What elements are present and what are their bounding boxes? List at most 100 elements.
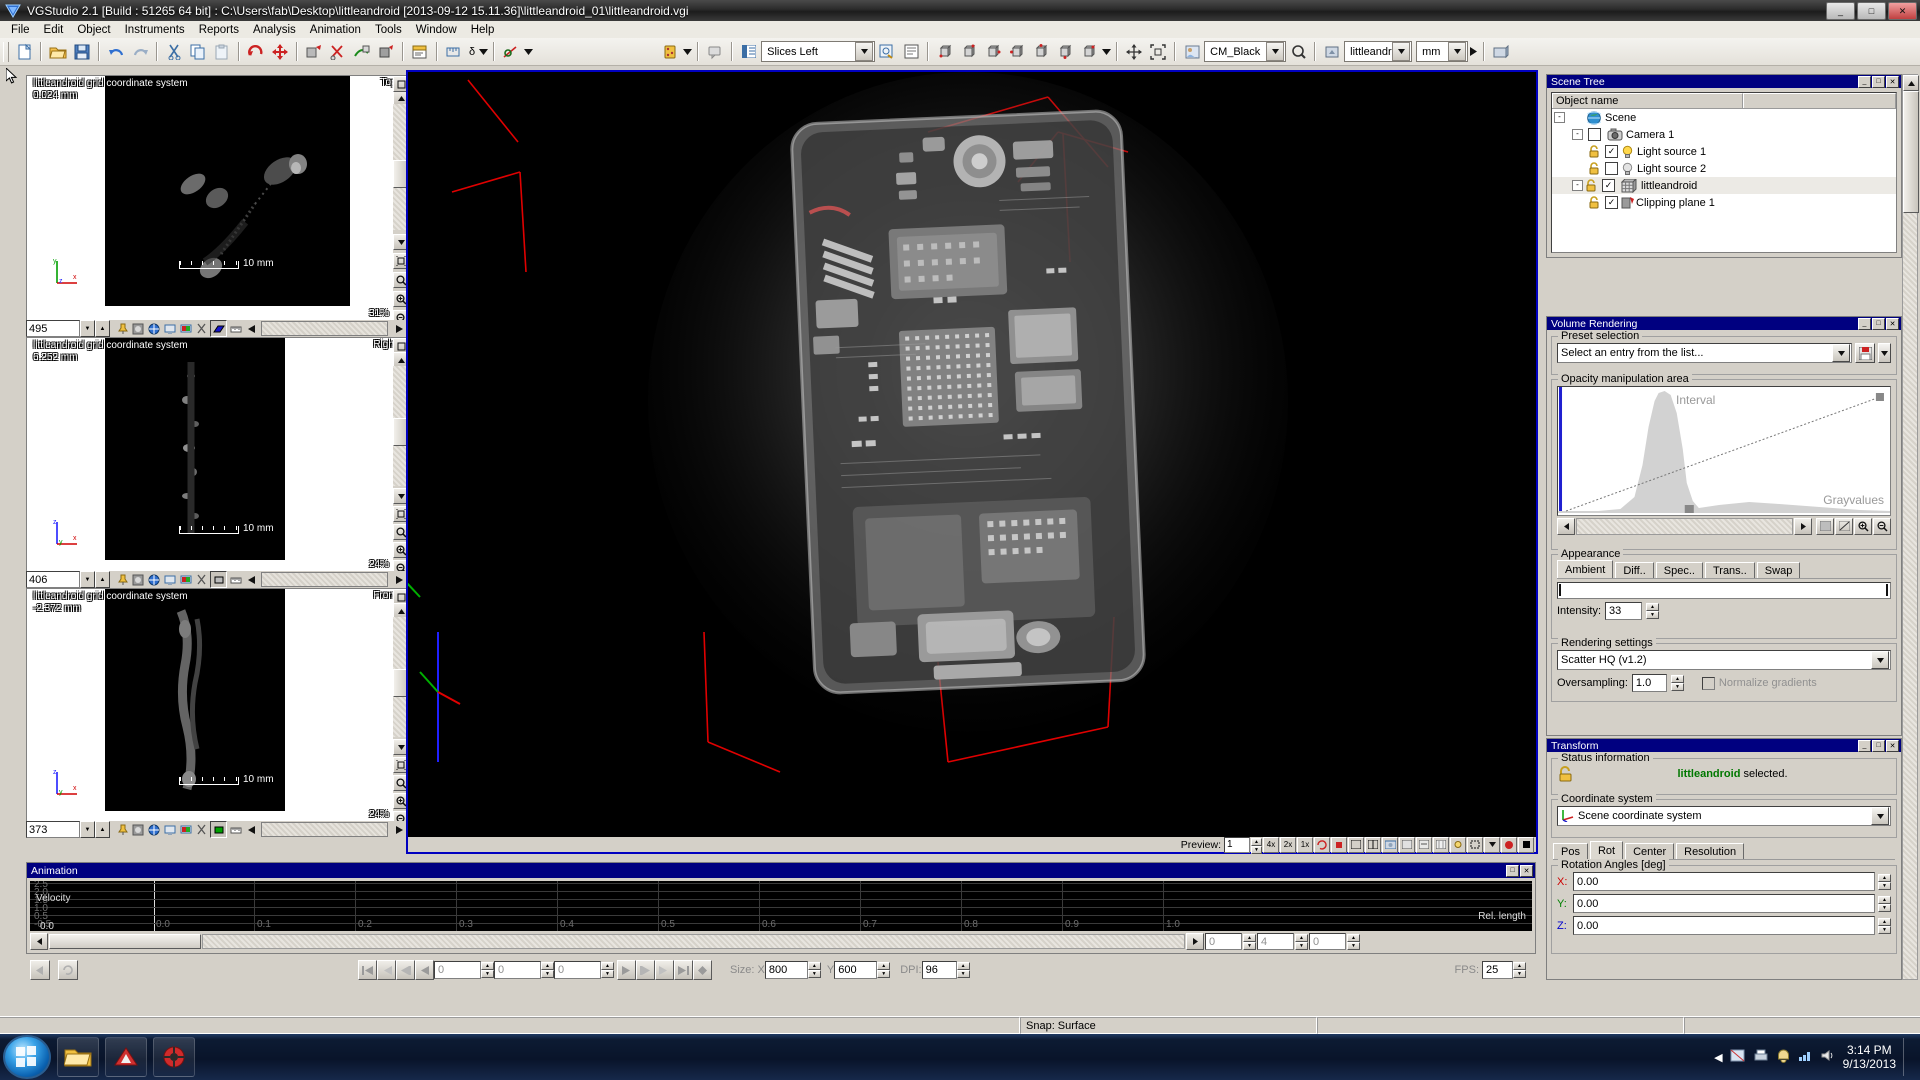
more-options-icon[interactable] (1484, 836, 1500, 853)
paste-icon[interactable] (211, 41, 233, 63)
visibility-checkbox-clipping-plane-1[interactable]: ✓ (1605, 196, 1618, 209)
visibility-checkbox-light-1[interactable]: ✓ (1605, 145, 1618, 158)
tab-transparency[interactable]: Trans.. (1704, 562, 1755, 578)
minimize-button[interactable]: _ (1826, 2, 1855, 20)
view-top-icon[interactable] (1030, 41, 1052, 63)
scene-tree-list[interactable]: Object name - Scene - Camera 1 ✓ Light s… (1551, 92, 1897, 253)
render-refresh-icon[interactable] (1314, 836, 1330, 853)
slice-next-icon[interactable] (391, 822, 406, 837)
anim-frame-field-0[interactable]: 0 (434, 961, 481, 979)
fps-spinner[interactable]: ▲ ▼ (1513, 962, 1526, 978)
coordinate-dropdown-icon[interactable] (523, 41, 534, 63)
copy-icon[interactable] (187, 41, 209, 63)
lock-icon[interactable] (1588, 162, 1600, 175)
orientation-icon[interactable] (146, 822, 161, 837)
visibility-checkbox-light-2[interactable] (1605, 162, 1618, 175)
slice-up-icon[interactable]: ▲ (95, 821, 110, 838)
anim-frame-field-1[interactable]: 0 (494, 961, 541, 979)
animation-timeline-chart[interactable]: 2.5 2.0 1.5 1.0 0.5 -0.5 Velocity 0.0 0.… (30, 881, 1532, 931)
panel-minimize-icon[interactable]: _ (1858, 317, 1871, 330)
cube-orientation-icon[interactable] (659, 41, 681, 63)
lock-icon[interactable] (1588, 145, 1600, 158)
size-x-field[interactable]: 800 (764, 961, 808, 979)
size-y-spinner[interactable]: ▲ ▼ (877, 962, 891, 978)
taskbar-explorer-icon[interactable] (57, 1037, 99, 1077)
move-tool-icon[interactable] (269, 41, 291, 63)
preview-spinner[interactable]: ▲ ▼ (1251, 837, 1262, 854)
anim-range-field-2[interactable]: 0 (1309, 933, 1346, 950)
tree-node-light-source-2[interactable]: Light source 2 (1552, 160, 1896, 177)
tray-network-icon[interactable] (1798, 1049, 1814, 1065)
quality-1x-button[interactable]: 1x (1297, 836, 1313, 853)
toolbar-grip[interactable] (3, 41, 9, 62)
chevron-down-icon[interactable] (855, 42, 874, 61)
anim-scroll-right-icon[interactable] (1186, 933, 1204, 950)
menu-item-file[interactable]: File (4, 23, 37, 37)
panel-minimize-icon[interactable]: _ (1858, 739, 1871, 752)
open-file-icon[interactable] (47, 41, 69, 63)
object-combo[interactable]: littleandr (1344, 41, 1413, 62)
preset-more-icon[interactable] (1878, 343, 1891, 363)
measure-dropdown-icon[interactable] (478, 41, 489, 63)
record-icon[interactable] (1501, 836, 1517, 853)
quality-4x-button[interactable]: 4x (1263, 836, 1279, 853)
menu-item-reports[interactable]: Reports (192, 23, 246, 37)
anim-scroll-thumb[interactable] (49, 934, 201, 949)
pin-slice-icon[interactable] (114, 822, 129, 837)
slice-next-icon[interactable] (391, 572, 406, 587)
oversampling-spinner[interactable]: ▲ ▼ (1670, 675, 1684, 691)
view-right-icon[interactable] (1006, 41, 1028, 63)
view-bottom-icon[interactable] (1054, 41, 1076, 63)
unit-more-icon[interactable] (1468, 41, 1479, 63)
render-stop-icon[interactable] (1331, 836, 1347, 853)
menu-item-animation[interactable]: Animation (303, 23, 368, 37)
dock-scroll-up-icon[interactable] (1903, 75, 1919, 91)
new-file-icon[interactable] (13, 41, 35, 63)
anim-range-field-1[interactable]: 4 (1257, 933, 1294, 950)
maximize-button[interactable]: □ (1857, 2, 1886, 20)
chevron-down-icon[interactable] (1832, 344, 1850, 362)
slice-canvas-front[interactable]: littleandroid grid coordinate system -2.… (27, 589, 407, 822)
rotation-z-field[interactable]: 0.00 (1573, 916, 1875, 935)
slice-view-top[interactable]: littleandroid grid coordinate system 0.0… (26, 75, 409, 326)
defect-analysis-icon[interactable] (375, 41, 397, 63)
dpi-field[interactable]: 96 (921, 961, 957, 979)
rotate-tool-icon[interactable] (245, 41, 267, 63)
opacity-histogram-canvas[interactable]: Interval Grayvalues (1557, 386, 1891, 516)
anim-range-field-0[interactable]: 0 (1205, 933, 1242, 950)
opacity-zoom-in-icon[interactable] (1854, 517, 1872, 535)
panel-maximize-icon[interactable]: □ (1872, 317, 1885, 330)
rendering-preset-combo[interactable]: Scatter HQ (v1.2) (1557, 650, 1891, 670)
opacity-scroll-left-icon[interactable] (1557, 517, 1575, 535)
size-y-field[interactable]: 600 (834, 961, 878, 979)
column-extra[interactable] (1743, 93, 1896, 108)
tab-pos[interactable]: Pos (1553, 843, 1588, 859)
anim-range-spinner-0[interactable]: ▲ ▼ (1243, 934, 1256, 950)
slice-scroll-strip-front[interactable] (393, 589, 409, 827)
surface-determination-icon[interactable] (351, 41, 373, 63)
intensity-spinner[interactable]: ▲ ▼ (1646, 603, 1660, 619)
clipping-plane-toggle-icon[interactable] (210, 821, 227, 838)
oversampling-field[interactable]: 1.0 (1631, 674, 1667, 692)
anim-frame-field-2[interactable]: 0 (554, 961, 601, 979)
unit-combo[interactable]: mm (1416, 41, 1469, 62)
anim-frame-spinner-0[interactable]: ▲ ▼ (481, 962, 494, 978)
slice-slider-track[interactable] (261, 321, 388, 336)
scissors-red-icon[interactable] (327, 41, 349, 63)
slice-slider-track[interactable] (261, 572, 388, 587)
clipping-plane-toggle-icon[interactable] (210, 571, 227, 588)
anim-scroll-left-icon[interactable] (30, 933, 48, 950)
play-backward-icon[interactable] (415, 960, 434, 980)
lock-icon[interactable] (1557, 766, 1574, 782)
slice-scroll-strip-top[interactable] (393, 76, 409, 326)
rotation-x-field[interactable]: 0.00 (1573, 872, 1875, 891)
expander-icon[interactable]: - (1572, 180, 1583, 191)
intensity-field[interactable]: 33 (1605, 602, 1643, 620)
slice-scroll-strip-right[interactable] (393, 338, 409, 576)
opacity-curve-icon[interactable] (1835, 517, 1853, 535)
normalize-gradients-checkbox[interactable] (1701, 676, 1715, 690)
close-button[interactable]: ✕ (1888, 2, 1917, 20)
tab-ambient[interactable]: Ambient (1557, 560, 1614, 578)
menu-item-analysis[interactable]: Analysis (246, 23, 303, 37)
panel-maximize-icon[interactable]: □ (1506, 864, 1519, 877)
